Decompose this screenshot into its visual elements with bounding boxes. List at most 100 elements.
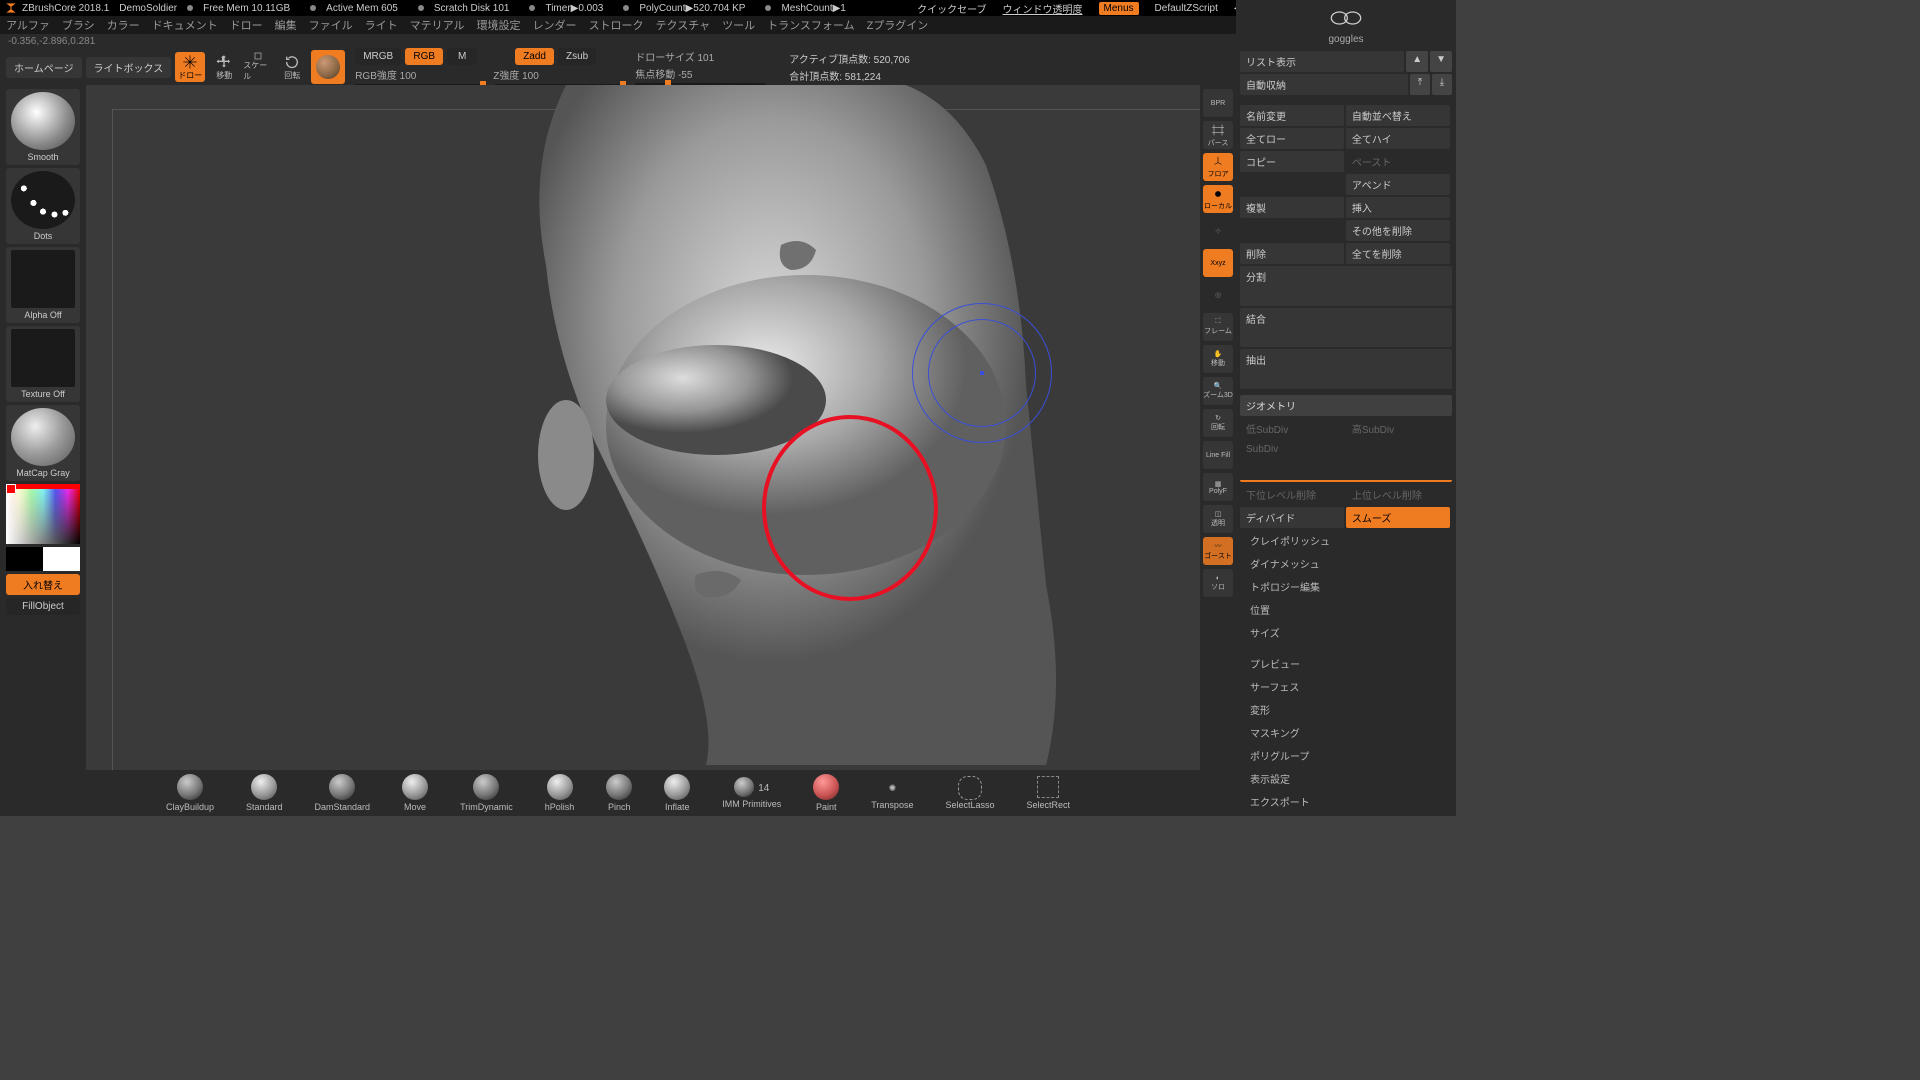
brush-trimdynamic[interactable]: TrimDynamic	[460, 774, 513, 812]
draw-size-label[interactable]: ドローサイズ 101	[635, 49, 714, 64]
brush-damstandard[interactable]: DamStandard	[315, 774, 371, 812]
material-tile[interactable]: MatCap Gray	[6, 405, 80, 481]
subtool-preview[interactable]: goggles	[1240, 4, 1452, 49]
polygroup-item[interactable]: ポリグループ	[1240, 745, 1452, 766]
geometry-section[interactable]: ジオメトリ	[1240, 395, 1452, 416]
homepage-button[interactable]: ホームページ	[6, 57, 82, 78]
deform-item[interactable]: 変形	[1240, 699, 1452, 720]
menu-item[interactable]: レンダー	[533, 17, 577, 33]
menu-item[interactable]: テクスチャ	[656, 17, 711, 33]
scale-mode-button[interactable]: スケール	[243, 52, 273, 82]
brush-tile-smooth[interactable]: Smooth	[6, 89, 80, 165]
low-subdiv-button[interactable]: 低SubDiv	[1240, 418, 1344, 439]
display-item[interactable]: 表示設定	[1240, 768, 1452, 789]
brush-selectlasso[interactable]: SelectLasso	[945, 776, 994, 810]
menu-item[interactable]: ブラシ	[62, 17, 95, 33]
preview-item[interactable]: プレビュー	[1240, 653, 1452, 674]
rename-button[interactable]: 名前変更	[1240, 105, 1344, 126]
menu-item[interactable]: 編集	[275, 17, 297, 33]
topoedit-item[interactable]: トポロジー編集	[1240, 576, 1452, 597]
menu-item[interactable]: マテリアル	[410, 17, 465, 33]
autosort-button[interactable]: 自動並べ替え	[1346, 105, 1450, 126]
default-zscript[interactable]: DefaultZScript	[1155, 3, 1218, 14]
xyz-button[interactable]: Xxyz	[1203, 249, 1233, 277]
color-picker[interactable]	[6, 484, 80, 544]
draw-mode-button[interactable]: ドロー	[175, 52, 205, 82]
menu-item[interactable]: アルファ	[6, 17, 50, 33]
menus-button[interactable]: Menus	[1099, 2, 1139, 15]
paste-button[interactable]: ペースト	[1346, 151, 1450, 172]
dynamesh-item[interactable]: ダイナメッシュ	[1240, 553, 1452, 574]
move-up-icon[interactable]: ▲	[1406, 51, 1428, 72]
export-item[interactable]: エクスポート	[1240, 791, 1452, 812]
zoom-button[interactable]: 🔍ズーム3D	[1203, 377, 1233, 405]
quicksave-button[interactable]: クイックセーブ	[917, 1, 986, 16]
move-view-button[interactable]: ✋移動	[1203, 345, 1233, 373]
move-mode-button[interactable]: 移動	[209, 52, 239, 82]
brush-move[interactable]: Move	[402, 774, 428, 812]
menu-item[interactable]: ライト	[365, 17, 398, 33]
split-button[interactable]: 分割	[1240, 266, 1452, 306]
linefill-button[interactable]: Line Fill	[1203, 441, 1233, 469]
solo-button[interactable]: ◐ソロ	[1203, 569, 1233, 597]
floor-button[interactable]: フロア	[1203, 153, 1233, 181]
brush-hpolish[interactable]: hPolish	[545, 774, 575, 812]
high-subdiv-button[interactable]: 高SubDiv	[1346, 418, 1450, 439]
transparency-button[interactable]: ウィンドウ透明度	[1003, 1, 1083, 16]
z-intensity-label[interactable]: Z強度 100	[493, 67, 539, 82]
brush-pinch[interactable]: Pinch	[606, 774, 632, 812]
delete-other-button[interactable]: その他を削除	[1346, 220, 1450, 241]
divide-button[interactable]: ディバイド	[1240, 507, 1344, 528]
black-white-swatches[interactable]	[6, 547, 80, 571]
delete-all-button[interactable]: 全てを削除	[1346, 243, 1450, 264]
masking-item[interactable]: マスキング	[1240, 722, 1452, 743]
smooth-toggle[interactable]: スムーズ	[1346, 507, 1450, 528]
listview-button[interactable]: リスト表示	[1240, 51, 1404, 72]
bpr-button[interactable]: BPR	[1203, 89, 1233, 117]
polyf-button[interactable]: ▦PolyF	[1203, 473, 1233, 501]
del-lower-button[interactable]: 下位レベル削除	[1240, 484, 1344, 505]
zadd-button[interactable]: Zadd	[515, 48, 554, 65]
alpha-tile[interactable]: Alpha Off	[6, 247, 80, 323]
zsub-button[interactable]: Zsub	[558, 48, 596, 65]
move-down-icon[interactable]: ▼	[1430, 51, 1452, 72]
focal-shift-label[interactable]: 焦点移動 -55	[635, 66, 692, 81]
m-button[interactable]: M	[447, 48, 477, 65]
rotate-mode-button[interactable]: 回転	[277, 52, 307, 82]
brush-imm[interactable]: 14IMM Primitives	[722, 777, 781, 809]
brush-selectrect[interactable]: SelectRect	[1026, 776, 1070, 810]
insert-button[interactable]: 挿入	[1346, 197, 1450, 218]
local-button[interactable]: ローカル	[1203, 185, 1233, 213]
material-preview-button[interactable]	[311, 50, 345, 84]
all-low-button[interactable]: 全てロー	[1240, 128, 1344, 149]
append-button[interactable]: アペンド	[1346, 174, 1450, 195]
all-high-button[interactable]: 全てハイ	[1346, 128, 1450, 149]
texture-tile[interactable]: Texture Off	[6, 326, 80, 402]
merge-button[interactable]: 結合	[1240, 308, 1452, 348]
menu-item[interactable]: ドロー	[230, 17, 263, 33]
menu-item[interactable]: ツール	[722, 17, 755, 33]
extract-button[interactable]: 抽出	[1240, 349, 1452, 389]
autostow-button[interactable]: 自動収納	[1240, 74, 1408, 95]
menu-item[interactable]: ドキュメント	[152, 17, 218, 33]
ghost-button[interactable]: 〰ゴースト	[1203, 537, 1233, 565]
del-higher-button[interactable]: 上位レベル削除	[1346, 484, 1450, 505]
size-item[interactable]: サイズ	[1240, 622, 1452, 643]
stroke-tile-dots[interactable]: Dots	[6, 168, 80, 244]
menu-item[interactable]: ストローク	[589, 17, 644, 33]
menu-item[interactable]: 環境設定	[477, 17, 521, 33]
rotate-view-button[interactable]: ↻回転	[1203, 409, 1233, 437]
subdiv-slider[interactable]: SubDiv	[1240, 441, 1452, 483]
brush-standard[interactable]: Standard	[246, 774, 283, 812]
rgb-intensity-label[interactable]: RGB強度 100	[355, 67, 489, 82]
claypolish-item[interactable]: クレイポリッシュ	[1240, 530, 1452, 551]
swap-button[interactable]: 入れ替え	[6, 574, 80, 595]
copy-button[interactable]: コピー	[1240, 151, 1344, 172]
menu-item[interactable]: トランスフォーム	[767, 17, 854, 33]
brush-transpose[interactable]: ✺Transpose	[871, 776, 913, 810]
menu-item[interactable]: ファイル	[309, 17, 353, 33]
delete-button[interactable]: 削除	[1240, 243, 1344, 264]
fill-object-button[interactable]: FillObject	[6, 598, 80, 615]
brush-claybuildup[interactable]: ClayBuildup	[166, 774, 214, 812]
menu-item[interactable]: カラー	[107, 17, 140, 33]
